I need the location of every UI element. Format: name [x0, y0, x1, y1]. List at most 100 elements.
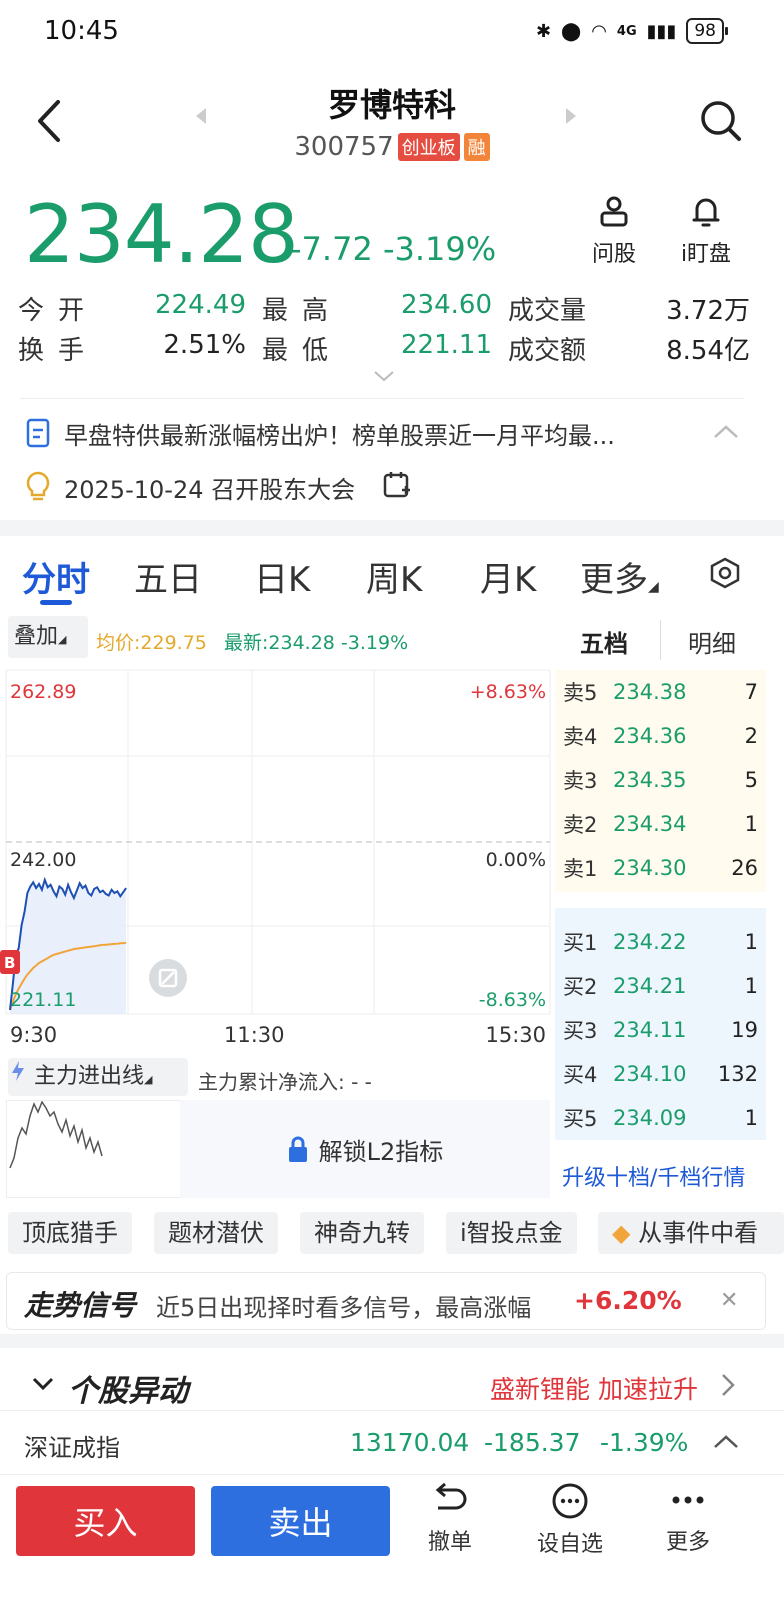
chart-settings-button[interactable]	[708, 556, 742, 594]
buy-row[interactable]: 买1 234.22 1	[555, 920, 766, 964]
amount-value: 8.54亿	[666, 336, 750, 366]
lock-icon	[288, 1136, 307, 1162]
order-price: 234.35	[613, 768, 687, 792]
y-label-mid: 242.00	[10, 849, 76, 871]
next-stock-arrow-icon[interactable]	[566, 108, 576, 124]
order-level: 卖3	[563, 769, 598, 793]
margin-badge: 融	[463, 133, 490, 161]
order-level: 买5	[563, 1107, 598, 1131]
chart-tool-button[interactable]	[149, 959, 187, 997]
chip-theme-ambush[interactable]: 题材潜伏	[154, 1212, 278, 1254]
order-volume: 1	[744, 1106, 758, 1130]
order-volume: 26	[731, 856, 758, 880]
sell-row[interactable]: 卖5 234.38 7	[555, 670, 766, 714]
news-headline[interactable]: 早盘特供最新涨幅榜出炉！榜单股票近一月平均最...	[64, 416, 684, 451]
tab-weekly-k[interactable]: 周K	[366, 552, 422, 601]
news-doc-icon	[26, 418, 50, 452]
status-time: 10:45	[44, 16, 119, 46]
order-price: 234.11	[613, 1018, 687, 1042]
sell-row[interactable]: 卖3 234.35 5	[555, 758, 766, 802]
chevron-down-icon	[32, 1377, 54, 1391]
caret-icon: ◢	[58, 633, 67, 646]
y-pct-mid: 0.00%	[486, 849, 546, 871]
tab-intraday[interactable]: 分时	[22, 552, 90, 601]
watch-button[interactable]: i盯盘	[674, 194, 738, 268]
order-price: 234.38	[613, 680, 687, 704]
current-price: 234.28	[24, 188, 299, 281]
ask-stock-button[interactable]: 问股	[584, 194, 644, 268]
tab-more-label: 更多	[580, 560, 648, 600]
expand-stats-button[interactable]	[372, 368, 396, 387]
buy-row[interactable]: 买5 234.09 1	[555, 1096, 766, 1140]
ellipsis-circle-icon	[552, 1483, 588, 1519]
chip-bottom-hunter[interactable]: 顶底猎手	[8, 1212, 132, 1254]
buy-row[interactable]: 买2 234.21 1	[555, 964, 766, 1008]
y-label-low: 221.11	[10, 989, 76, 1011]
order-volume: 1	[744, 974, 758, 998]
abnormal-event[interactable]: 盛新锂能 加速拉升	[490, 1370, 698, 1406]
buy-marker[interactable]: B	[0, 950, 20, 974]
order-volume: 1	[744, 812, 758, 836]
tab-more[interactable]: 更多◢	[580, 552, 659, 601]
chip-event-view[interactable]: ◆ 从事件中看	[598, 1212, 784, 1254]
buy-row[interactable]: 买4 234.10 132	[555, 1052, 766, 1096]
caret-icon: ◢	[648, 579, 659, 595]
index-name[interactable]: 深证成指	[24, 1428, 120, 1463]
abnormal-more-button[interactable]	[720, 1372, 736, 1402]
shareholder-meeting[interactable]: 2025-10-24 召开股东大会	[64, 470, 355, 505]
order-volume: 1	[744, 930, 758, 954]
main-force-net-inflow: 主力累计净流入: - -	[198, 1070, 372, 1094]
order-level: 卖2	[563, 813, 598, 837]
lightbulb-icon	[24, 470, 52, 506]
order-price: 234.10	[613, 1062, 687, 1086]
trend-signal-title: 走势信号	[24, 1289, 137, 1322]
stock-code-row: 300757 创业板 融	[0, 132, 784, 162]
sell-row[interactable]: 卖2 234.34 1	[555, 802, 766, 846]
close-icon[interactable]: ✕	[720, 1288, 738, 1313]
buy-button[interactable]: 买入	[16, 1486, 195, 1556]
status-icons: ✱ ⬤ ◠ 4G ▮▮▮ 98	[535, 18, 728, 44]
search-button[interactable]	[698, 98, 744, 144]
chip-magic-nine[interactable]: 神奇九转	[300, 1212, 424, 1254]
more-label: 更多	[665, 1530, 710, 1555]
divider	[20, 398, 744, 399]
add-watchlist-button[interactable]: 设自选	[530, 1482, 610, 1558]
tab-monthly-k[interactable]: 月K	[480, 552, 536, 601]
location-icon: ⬤	[561, 20, 582, 42]
x-label-noon: 11:30	[224, 1023, 285, 1047]
collapse-news-button[interactable]	[712, 424, 740, 444]
y-pct-high: +8.63%	[470, 681, 546, 703]
low-value: 221.11	[401, 330, 492, 360]
chip-smart-invest[interactable]: i智投点金	[446, 1212, 577, 1254]
expand-index-button[interactable]	[712, 1434, 740, 1454]
order-price: 234.09	[613, 1106, 687, 1130]
section-separator	[0, 1334, 784, 1348]
overlay-button[interactable]: 叠加◢	[8, 616, 88, 658]
upgrade-depth-link[interactable]: 升级十档/千档行情	[562, 1160, 745, 1192]
sell-row[interactable]: 卖1 234.30 26	[555, 846, 766, 890]
sell-orders: 卖5 234.38 7 卖4 234.36 2 卖3 234.35 5 卖2 234.34 1 …	[555, 670, 766, 892]
cancel-order-button[interactable]: 撤单	[410, 1482, 490, 1556]
tab-trade-detail[interactable]: 明细	[688, 624, 736, 659]
more-button[interactable]: 更多	[648, 1482, 728, 1556]
divider	[660, 620, 661, 660]
order-price: 234.36	[613, 724, 687, 748]
tab-five-day[interactable]: 五日	[134, 552, 202, 601]
add-calendar-button[interactable]	[382, 470, 412, 504]
sell-button[interactable]: 卖出	[211, 1486, 390, 1556]
unlock-l2-button[interactable]: 解锁L2指标	[180, 1100, 550, 1198]
tab-daily-k[interactable]: 日K	[254, 552, 310, 601]
collapse-abnormal-button[interactable]	[32, 1376, 54, 1395]
order-level: 买1	[563, 931, 598, 955]
tab-five-levels[interactable]: 五档	[580, 624, 628, 659]
divider	[0, 1410, 784, 1411]
order-price: 234.34	[613, 812, 687, 836]
buy-row[interactable]: 买3 234.11 19	[555, 1008, 766, 1052]
sell-row[interactable]: 卖4 234.36 2	[555, 714, 766, 758]
bluetooth-icon: ✱	[535, 20, 552, 42]
caret-icon: ◢	[144, 1073, 153, 1086]
order-level: 卖1	[563, 857, 598, 881]
main-force-line-button[interactable]: 主力进出线◢	[8, 1058, 188, 1096]
order-level: 买3	[563, 1019, 598, 1043]
trend-signal-pct: +6.20%	[574, 1286, 682, 1315]
